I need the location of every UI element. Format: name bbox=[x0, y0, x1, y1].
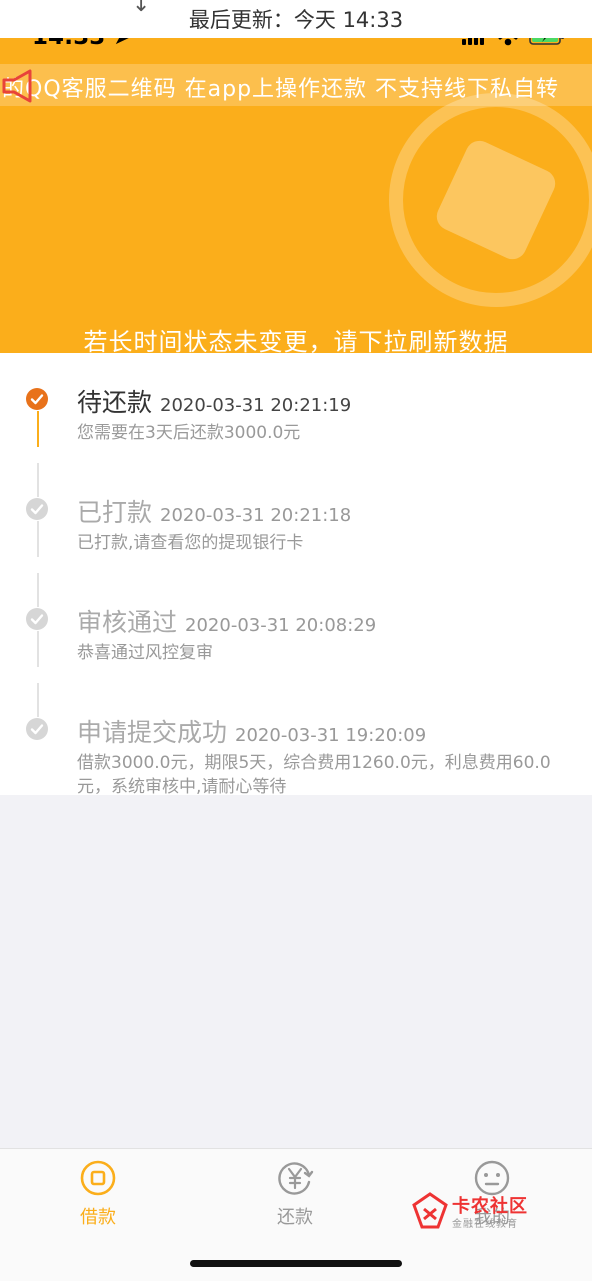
timeline-connector bbox=[37, 683, 39, 717]
notice-marquee[interactable]: 的QQ客服二维码 在app上操作还款 不支持线下私自转 bbox=[0, 64, 592, 106]
step-title-text: 已打款 bbox=[77, 498, 153, 527]
timeline-connector bbox=[37, 573, 39, 607]
tab-loan[interactable]: 借款 bbox=[38, 1159, 158, 1229]
timeline-connector bbox=[37, 631, 39, 667]
battery-icon bbox=[529, 38, 564, 45]
step-time: 2020-03-31 20:08:29 bbox=[185, 615, 377, 636]
step-time: 2020-03-31 19:20:09 bbox=[235, 725, 427, 746]
community-watermark: 卡农社区 金融在线教育 bbox=[410, 1191, 560, 1231]
refresh-hint: 若长时间状态未变更，请下拉刷新数据 bbox=[83, 328, 509, 353]
order-timeline: 待还款 2020-03-31 20:21:19 您需要在3天后还款3000.0元 … bbox=[0, 353, 592, 797]
check-done-icon bbox=[26, 608, 48, 630]
pull-refresh-header: ↓ 最后更新：今天 14:33 bbox=[0, 0, 592, 38]
home-indicator[interactable] bbox=[190, 1260, 402, 1267]
check-done-icon bbox=[26, 718, 48, 740]
status-banner: 的QQ客服二维码 在app上操作还款 不支持线下私自转 14:33 ➤ 若长时间… bbox=[0, 38, 592, 353]
step-title: 审核通过 2020-03-31 20:08:29 bbox=[77, 603, 376, 639]
tab-label: 借款 bbox=[80, 1207, 116, 1228]
speaker-icon bbox=[2, 69, 32, 103]
tab-repay[interactable]: 还款 bbox=[235, 1159, 355, 1229]
step-title-text: 审核通过 bbox=[77, 608, 178, 637]
repay-icon bbox=[278, 1162, 314, 1195]
wifi-icon bbox=[498, 38, 518, 46]
tab-label: 还款 bbox=[277, 1207, 313, 1228]
step-time: 2020-03-31 20:21:19 bbox=[160, 395, 352, 416]
cellular-signal-icon bbox=[462, 38, 484, 45]
watermark-logo-icon bbox=[412, 1192, 448, 1229]
step-title: 申请提交成功 2020-03-31 19:20:09 bbox=[77, 713, 426, 749]
check-done-icon bbox=[26, 498, 48, 520]
last-updated-text: 最后更新：今天 14:33 bbox=[188, 8, 404, 32]
step-title-text: 待还款 bbox=[77, 388, 153, 417]
status-bar-time: 14:33 ➤ bbox=[32, 38, 133, 50]
step-description: 已打款,请查看您的提现银行卡 bbox=[77, 533, 304, 553]
step-title: 已打款 2020-03-31 20:21:18 bbox=[77, 493, 351, 529]
step-description: 借款3000.0元，期限5天，综合费用1260.0元，利息费用60.0元，系统审… bbox=[77, 753, 551, 797]
timeline-connector bbox=[37, 411, 39, 447]
step-time: 2020-03-31 20:21:18 bbox=[160, 505, 352, 526]
step-title-text: 申请提交成功 bbox=[77, 718, 228, 747]
step-description: 您需要在3天后还款3000.0元 bbox=[77, 423, 301, 443]
timeline-connector bbox=[37, 463, 39, 497]
marquee-text: 的QQ客服二维码 在app上操作还款 不支持线下私自转 bbox=[2, 77, 560, 102]
watermark-subtitle: 金融在线教育 bbox=[452, 1219, 518, 1230]
step-title: 待还款 2020-03-31 20:21:19 bbox=[77, 383, 351, 419]
coin-decoration-icon bbox=[389, 93, 592, 307]
status-bar-icons bbox=[462, 38, 564, 46]
step-description: 恭喜通过风控复审 bbox=[77, 643, 213, 663]
timeline-connector bbox=[37, 521, 39, 557]
check-active-icon bbox=[26, 388, 48, 410]
loan-icon bbox=[80, 1160, 116, 1196]
